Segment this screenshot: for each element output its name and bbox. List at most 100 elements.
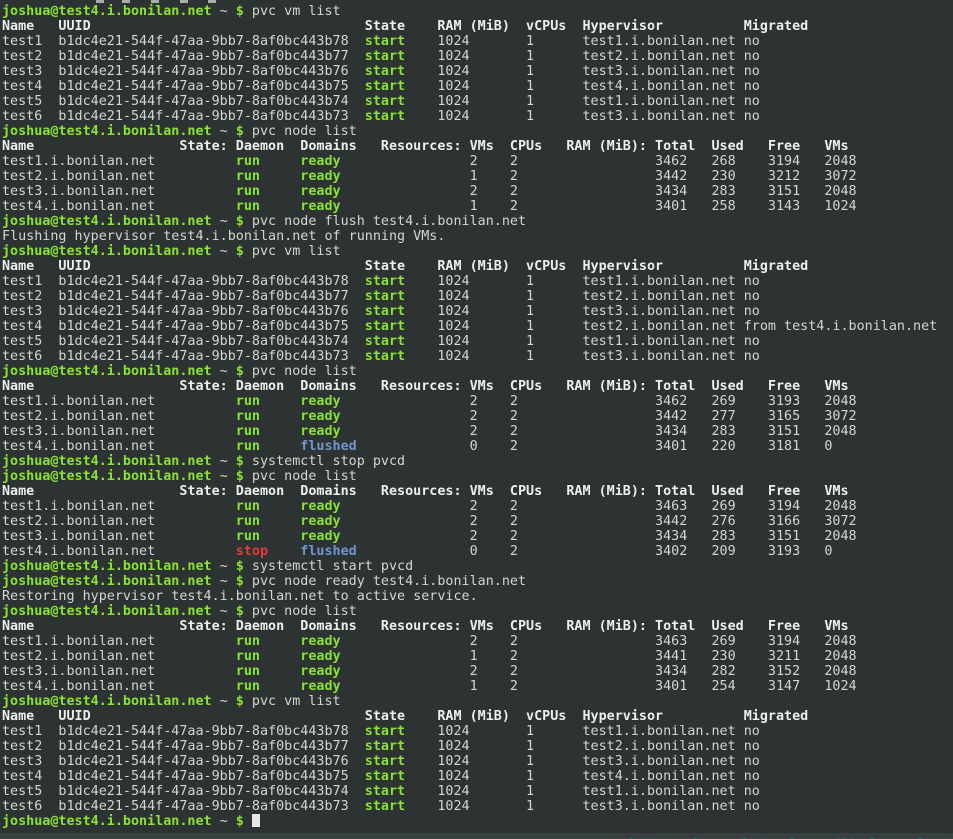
text-segment: test2.i.bonilan.net [2, 409, 155, 424]
prompt-symbol: $ [236, 694, 244, 709]
text-segment: test1.i.bonilan.net [534, 334, 736, 349]
prompt-user-host: joshua@test4.i.bonilan.net [2, 814, 212, 829]
vm-table-row: test1 b1dc4e21-544f-47aa-9bb7-8af0bc443b… [2, 724, 951, 739]
text-segment: 2 [478, 499, 518, 514]
text-segment: test1.i.bonilan.net [534, 784, 736, 799]
text-segment: 209 [687, 544, 735, 559]
text-segment: 2 [341, 424, 478, 439]
prompt-user-host: joshua@test4.i.bonilan.net [2, 214, 212, 229]
prompt-symbol: $ [236, 364, 244, 379]
text-segment: from test4.i.bonilan.net [736, 319, 938, 334]
text-segment: no [736, 799, 760, 814]
text-segment: 269 [687, 394, 735, 409]
text-segment: no [736, 724, 760, 739]
prompt-symbol: $ [236, 814, 244, 829]
text-segment: 1 [341, 169, 478, 184]
node-table-row: test1.i.bonilan.net run ready 2 2 3462 2… [2, 154, 951, 169]
text-segment: 269 [687, 499, 735, 514]
text-segment: UUID [34, 259, 90, 274]
text-segment: test1.i.bonilan.net [2, 634, 155, 649]
text-segment: start [349, 799, 405, 814]
text-segment: 1024 [405, 274, 470, 289]
vm-table-row: test5 b1dc4e21-544f-47aa-9bb7-8af0bc443b… [2, 784, 951, 799]
prompt-cwd: ~ [212, 604, 236, 619]
output-line: Restoring hypervisor test4.i.bonilan.net… [2, 589, 951, 604]
node-table-row: test3.i.bonilan.net run ready 2 2 3434 2… [2, 664, 951, 679]
text-segment: 1 [470, 304, 535, 319]
text-segment: ready [260, 529, 341, 544]
text-segment: start [349, 109, 405, 124]
text-segment: Resources: [357, 379, 462, 394]
text-segment: test2.i.bonilan.net [534, 289, 736, 304]
text-segment: Name [2, 379, 34, 394]
text-segment: 1 [470, 739, 535, 754]
text-segment: no [736, 109, 760, 124]
text-segment: 1024 [405, 799, 470, 814]
text-segment: 0 [800, 439, 832, 454]
text-segment: 2 [341, 499, 478, 514]
vm-table-row: test6 b1dc4e21-544f-47aa-9bb7-8af0bc443b… [2, 799, 951, 814]
command-text: pvc node ready test4.i.bonilan.net [244, 574, 526, 589]
vm-table-header-row: Name UUID State RAM (MiB) vCPUs Hypervis… [2, 259, 951, 274]
text-segment: run [155, 199, 260, 214]
text-segment: 2048 [800, 424, 856, 439]
prompt-cwd: ~ [212, 469, 236, 484]
text-segment: start [349, 94, 405, 109]
prompt-line: joshua@test4.i.bonilan.net ~ $ pvc node … [2, 214, 951, 229]
text-segment: start [349, 349, 405, 364]
node-table-row: test4.i.bonilan.net run flushed 0 2 3401… [2, 439, 951, 454]
node-table-row: test3.i.bonilan.net run ready 2 2 3434 2… [2, 424, 951, 439]
text-segment: VMs [800, 619, 848, 634]
text-segment: 1 [470, 724, 535, 739]
text-segment: run [155, 394, 260, 409]
text-segment: Hypervisor [566, 709, 663, 724]
text-segment: 3462 [518, 394, 687, 409]
text-segment: test1 [2, 724, 42, 739]
terminal[interactable]: joshua@test4.i.bonilan.net ~ $ pvc vm li… [0, 0, 951, 833]
vm-table-row: test4 b1dc4e21-544f-47aa-9bb7-8af0bc443b… [2, 769, 951, 784]
text-segment: 2 [341, 154, 478, 169]
text-segment: vCPUs [510, 259, 566, 274]
text-segment: test3.i.bonilan.net [534, 349, 736, 364]
text-segment: b1dc4e21-544f-47aa-9bb7-8af0bc443b77 [42, 739, 348, 754]
text-segment: Domains [284, 139, 357, 154]
text-segment: 3463 [518, 499, 687, 514]
text-segment: ready [260, 664, 341, 679]
text-segment: 3181 [736, 439, 801, 454]
vm-table-row: test3 b1dc4e21-544f-47aa-9bb7-8af0bc443b… [2, 64, 951, 79]
text-segment: 1 [341, 649, 478, 664]
text-segment: 2048 [800, 664, 856, 679]
text-segment: 1024 [405, 739, 470, 754]
text-segment: Domains [284, 484, 357, 499]
text-segment: 3194 [736, 634, 801, 649]
text-segment: 1 [470, 769, 535, 784]
text-segment: 3463 [518, 634, 687, 649]
prompt-symbol: $ [236, 574, 244, 589]
text-segment: Domains [284, 379, 357, 394]
text-segment: 3441 [518, 649, 687, 664]
text-segment: Total [647, 139, 695, 154]
prompt-cwd: ~ [212, 454, 236, 469]
vm-table-row: test6 b1dc4e21-544f-47aa-9bb7-8af0bc443b… [2, 349, 951, 364]
output-line: Flushing hypervisor test4.i.bonilan.net … [2, 229, 951, 244]
text-segment: State: [34, 139, 227, 154]
text-segment: 254 [687, 679, 735, 694]
text-segment: 1 [470, 289, 535, 304]
text-segment: no [736, 784, 760, 799]
text-segment: no [736, 79, 760, 94]
text-segment: test3 [2, 64, 42, 79]
text-segment: test6 [2, 799, 42, 814]
text-segment: RAM (MiB): [542, 619, 647, 634]
text-segment: Resources: [357, 139, 462, 154]
text-segment: test4.i.bonilan.net [2, 439, 155, 454]
text-segment: 269 [687, 634, 735, 649]
text-segment: 3434 [518, 184, 687, 199]
text-segment: RAM (MiB) [405, 19, 510, 34]
text-segment: CPUs [494, 484, 542, 499]
text-segment: test1.i.bonilan.net [2, 154, 155, 169]
text-segment: no [736, 769, 760, 784]
prompt-user-host: joshua@test4.i.bonilan.net [2, 4, 212, 19]
text-segment: 3193 [736, 394, 801, 409]
text-segment: test4.i.bonilan.net [2, 679, 155, 694]
text-segment: test3.i.bonilan.net [2, 529, 155, 544]
